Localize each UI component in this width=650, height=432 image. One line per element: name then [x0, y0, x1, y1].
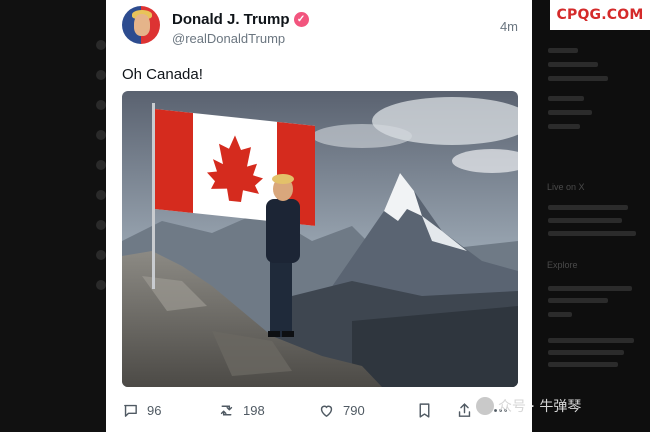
sidebar-line: [548, 286, 632, 291]
share-icon: [458, 403, 471, 417]
wechat-watermark: 众号 · 牛弹琴: [476, 396, 581, 416]
nav-icon: [96, 70, 106, 80]
sidebar-line: [548, 298, 608, 303]
bookmark-icon: [419, 403, 430, 418]
nav-icon: [96, 280, 106, 290]
tweet-card[interactable]: Donald J. Trump ✓ @realDonaldTrump 4m Oh…: [106, 0, 532, 432]
live-on-x-heading: Live on X: [547, 182, 585, 192]
repost-icon: [220, 405, 233, 416]
like-icon: [320, 405, 333, 418]
repost-button[interactable]: 198: [218, 402, 265, 419]
sidebar-line: [548, 362, 618, 367]
wechat-icon: [476, 397, 494, 415]
sidebar-line: [548, 62, 598, 67]
share-button[interactable]: [456, 402, 473, 419]
sidebar-line: [548, 350, 624, 355]
tweet-text: Oh Canada!: [122, 66, 203, 83]
repost-count: 198: [243, 403, 265, 418]
post-time[interactable]: 4m: [500, 19, 518, 34]
verified-icon: ✓: [293, 12, 309, 27]
like-button[interactable]: 790: [318, 402, 365, 419]
nav-icon: [96, 100, 106, 110]
nav-icon: [96, 190, 106, 200]
sidebar-line: [548, 231, 636, 236]
tweet-image[interactable]: [122, 91, 518, 387]
sidebar-line: [548, 338, 634, 343]
sidebar-line: [548, 48, 578, 53]
sidebar-line: [548, 76, 608, 81]
sidebar-line: [548, 110, 592, 115]
sidebar-line: [548, 218, 622, 223]
bookmark-button[interactable]: [416, 402, 433, 419]
explore-heading: Explore: [547, 260, 578, 270]
nav-icon: [96, 130, 106, 140]
sidebar-line: [548, 124, 580, 129]
sidebar-line: [548, 312, 572, 317]
author-name[interactable]: Donald J. Trump ✓: [172, 11, 309, 28]
reply-icon: [124, 404, 137, 417]
nav-icon: [96, 160, 106, 170]
reply-count: 96: [147, 403, 162, 418]
sidebar-line: [548, 205, 628, 210]
author-name-text: Donald J. Trump: [172, 11, 290, 28]
action-bar: 96 198 790: [122, 402, 518, 424]
image-scene: [122, 91, 518, 387]
reply-button[interactable]: 96: [122, 402, 161, 419]
avatar[interactable]: [122, 6, 160, 44]
nav-icon: [96, 220, 106, 230]
like-count: 790: [343, 403, 365, 418]
author-handle[interactable]: @realDonaldTrump: [172, 31, 285, 46]
sidebar-line: [548, 96, 584, 101]
avatar-face: [134, 14, 150, 36]
site-watermark: CPQG.COM: [550, 0, 650, 30]
left-nav-background: [0, 0, 108, 432]
nav-icon: [96, 40, 106, 50]
wechat-watermark-text: 众号 · 牛弹琴: [498, 399, 582, 415]
nav-icon: [96, 250, 106, 260]
